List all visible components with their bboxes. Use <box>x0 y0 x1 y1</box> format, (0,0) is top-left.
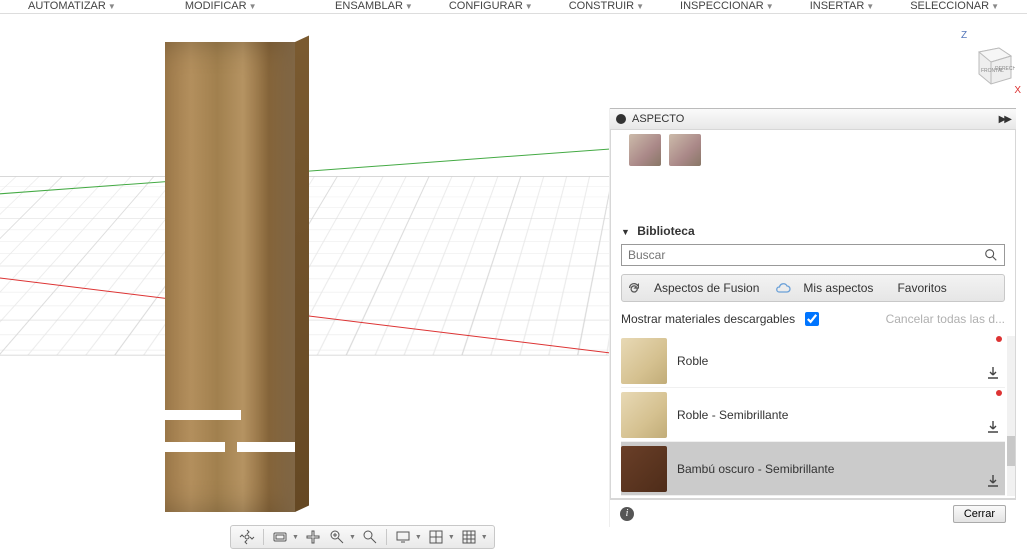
close-button[interactable]: Cerrar <box>953 505 1006 523</box>
material-name: Bambú oscuro - Semibrillante <box>677 462 834 476</box>
download-icon[interactable] <box>985 419 1001 435</box>
viewcube-right-label: DERECHA <box>995 66 1015 72</box>
display-settings-icon[interactable] <box>393 527 413 547</box>
download-icon[interactable] <box>985 365 1001 381</box>
update-dot-icon <box>996 336 1002 342</box>
filter-favorites[interactable]: Favoritos <box>889 281 954 295</box>
menu-automatizar[interactable]: AUTOMATIZAR▼ <box>10 0 134 12</box>
collapse-icon[interactable] <box>616 114 626 124</box>
panel-footer: i Cerrar <box>610 499 1016 527</box>
axis-z-label: Z <box>961 30 967 41</box>
navigation-toolbar: ▼ ▼ ▼ ▼ ▼ <box>230 525 495 549</box>
material-item-bambu[interactable]: Bambú oscuro - Semibrillante <box>621 442 1005 496</box>
material-thumb <box>621 338 667 384</box>
menu-ensamblar[interactable]: ENSAMBLAR▼ <box>317 0 431 12</box>
panel-header[interactable]: ASPECTO ▶▶ <box>610 108 1016 130</box>
viewcube[interactable]: Z FRONTAL DERECHA X <box>959 36 1015 92</box>
downloadable-label: Mostrar materiales descargables <box>621 312 795 326</box>
material-item-roble-semi[interactable]: Roble - Semibrillante <box>621 388 1005 442</box>
menu-modificar[interactable]: MODIFICAR▼ <box>167 0 275 12</box>
menu-insertar[interactable]: INSERTAR▼ <box>792 0 893 12</box>
menu-inspeccionar[interactable]: INSPECCIONAR▼ <box>662 0 792 12</box>
material-scrollbar[interactable] <box>1007 336 1015 496</box>
look-icon[interactable] <box>270 527 290 547</box>
material-thumb <box>621 446 667 492</box>
library-filter-bar: Aspectos de Fusion Mis aspectos Favorito… <box>621 274 1005 302</box>
orbit-icon[interactable] <box>237 527 257 547</box>
search-input[interactable] <box>622 248 984 262</box>
filter-my-appearances[interactable]: Mis aspectos <box>795 281 881 295</box>
cancel-all-downloads[interactable]: Cancelar todas las d... <box>886 312 1005 326</box>
applied-appearance-row <box>611 130 1015 218</box>
zoom-window-icon[interactable] <box>327 527 347 547</box>
model-slot <box>165 442 225 452</box>
info-icon[interactable]: i <box>620 507 634 521</box>
material-name: Roble <box>677 354 708 368</box>
menu-construir[interactable]: CONSTRUIR▼ <box>551 0 662 12</box>
cloud-icon <box>775 280 791 296</box>
search-icon[interactable] <box>984 248 1004 262</box>
download-icon[interactable] <box>985 473 1001 489</box>
viewcube-icon[interactable]: FRONTAL DERECHA <box>969 40 1015 86</box>
menu-seleccionar[interactable]: SELECCIONAR▼ <box>892 0 1017 12</box>
chevron-down-icon: ▼ <box>621 227 630 237</box>
downloadable-row: Mostrar materiales descargables Cancelar… <box>611 302 1015 330</box>
material-list: Roble Roble - Semibrillante Bambú oscuro… <box>611 330 1015 498</box>
axis-x-label: X <box>1014 85 1021 96</box>
downloadable-checkbox[interactable] <box>805 312 819 326</box>
main-toolbar: AUTOMATIZAR▼ MODIFICAR▼ ENSAMBLAR▼ CONFI… <box>0 0 1027 14</box>
model-slot <box>237 442 295 452</box>
popout-icon[interactable]: ▶▶ <box>999 114 1010 125</box>
grid-single-icon[interactable] <box>426 527 446 547</box>
pan-icon[interactable] <box>303 527 323 547</box>
panel-title: ASPECTO <box>632 113 684 125</box>
grid-multi-icon[interactable] <box>459 527 479 547</box>
applied-swatch[interactable] <box>669 134 701 166</box>
filter-fusion-appearances[interactable]: Aspectos de Fusion <box>646 281 767 295</box>
material-item-roble[interactable]: Roble <box>621 334 1005 388</box>
model-board[interactable] <box>165 42 295 512</box>
model-slot <box>165 410 241 420</box>
zoom-icon[interactable] <box>360 527 380 547</box>
library-section-header[interactable]: ▼ Biblioteca <box>611 218 1015 244</box>
refresh-icon[interactable] <box>626 280 642 296</box>
material-thumb <box>621 392 667 438</box>
search-input-wrap <box>621 244 1005 266</box>
menu-configurar[interactable]: CONFIGURAR▼ <box>431 0 551 12</box>
appearance-panel: ASPECTO ▶▶ ▼ Biblioteca Aspectos de Fusi… <box>610 108 1016 527</box>
update-dot-icon <box>996 390 1002 396</box>
applied-swatch[interactable] <box>629 134 661 166</box>
material-name: Roble - Semibrillante <box>677 408 788 422</box>
